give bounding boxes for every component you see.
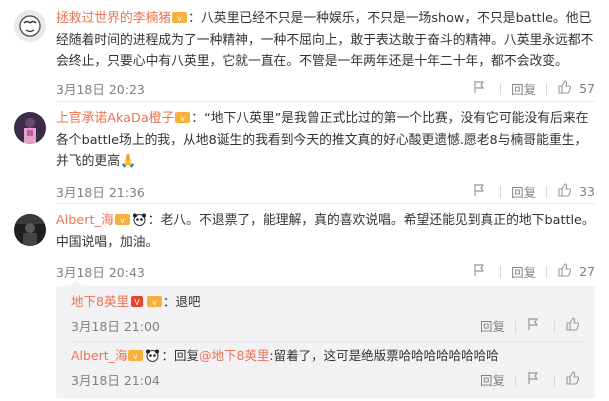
separator [546, 82, 548, 95]
separator [554, 321, 555, 333]
separator [515, 321, 516, 333]
timestamp: 3月18日 20:23 [56, 82, 145, 97]
report-icon[interactable] [472, 80, 490, 97]
timestamp: 3月18日 21:00 [71, 319, 160, 334]
report-icon[interactable] [526, 371, 544, 391]
separator [500, 82, 502, 95]
report-icon[interactable] [472, 183, 490, 200]
avatar[interactable] [14, 10, 46, 42]
comment-text: Albert_海 v ：老八。不退票了，能理解，真的喜欢说唱。希望还能见到真正的地下… [56, 213, 595, 250]
comment-item: Albert_海 v ：老八。不退票了，能理解，真的喜欢说唱。希望还能见到真正的地下… [0, 204, 609, 284]
reply-button[interactable]: 回复 [511, 182, 536, 201]
separator [515, 375, 516, 387]
verified-badge-icon: V [129, 294, 146, 309]
timestamp: 3月18日 21:04 [71, 373, 160, 388]
reply-item: Albert_海 v ：回复@地下8英里:留着了，这可是绝版票哈哈哈哈哈哈哈哈 3月… [71, 346, 583, 396]
avatar[interactable] [14, 214, 46, 246]
panda-emoji-icon [131, 213, 148, 228]
like-count: 57 [579, 81, 595, 96]
svg-text:v: v [134, 352, 139, 361]
comment-item: 拯救过世界的李楠猪 v ：八英里已经不只是一种娱乐，不只是一场show，不只是bat… [0, 0, 609, 100]
svg-text:v: v [152, 298, 157, 307]
separator [546, 265, 548, 278]
username-link[interactable]: Albert_海 [56, 213, 114, 228]
separator [546, 185, 548, 198]
timestamp: 3月18日 20:43 [56, 265, 145, 280]
reply-button[interactable]: 回复 [511, 262, 536, 281]
report-icon[interactable] [526, 317, 544, 337]
timestamp: 3月18日 21:36 [56, 185, 145, 200]
comment-text: 上官承诺AkaDa橙子 v ：“地下八英里”是我曾正式比过的第一个比赛，没有它可能没… [56, 111, 589, 169]
username-link[interactable]: 地下8英里 [71, 294, 129, 309]
thumbs-up-icon[interactable] [557, 263, 575, 280]
svg-text:v: v [180, 114, 185, 123]
thumbs-up-icon[interactable] [565, 371, 583, 391]
separator [500, 265, 502, 278]
vip-badge-icon: v [127, 348, 144, 363]
svg-text:v: v [120, 216, 125, 225]
username-link[interactable]: Albert_海 [71, 348, 127, 363]
svg-text:V: V [134, 298, 140, 307]
reply-button[interactable]: 回复 [511, 79, 536, 98]
thumbs-up-icon[interactable] [557, 80, 575, 97]
separator [554, 375, 555, 387]
username-link[interactable]: 上官承诺AkaDa橙子 [56, 111, 174, 126]
like-count: 27 [579, 264, 595, 279]
thumbs-up-icon[interactable] [557, 183, 575, 200]
username-link[interactable]: 拯救过世界的李楠猪 [56, 11, 171, 26]
separator [500, 185, 502, 198]
reply-button[interactable]: 回复 [480, 371, 505, 391]
reply-text: Albert_海 v ：回复@地下8英里:留着了，这可是绝版票哈哈哈哈哈哈哈哈 [71, 348, 499, 363]
reply-button[interactable]: 回复 [480, 317, 505, 337]
panda-emoji-icon [144, 348, 161, 363]
vip-badge-icon: v [174, 111, 191, 126]
vip-badge-icon: v [171, 11, 188, 26]
reply-item: 地下8英里 Vv ：退吧 3月18日 21:00 回复 [71, 292, 583, 342]
divider [71, 341, 583, 342]
avatar[interactable] [14, 112, 46, 144]
comment-text: 拯救过世界的李楠猪 v ：八英里已经不只是一种娱乐，不只是一场show，不只是bat… [56, 11, 594, 69]
comment-item: 上官承诺AkaDa橙子 v ：“地下八英里”是我曾正式比过的第一个比赛，没有它可能没… [0, 102, 609, 202]
vip-badge-icon: v [114, 213, 131, 228]
thumbs-up-icon[interactable] [565, 317, 583, 337]
like-count: 33 [579, 184, 595, 199]
svg-text:v: v [177, 14, 182, 23]
vip-badge-icon: v [146, 294, 163, 309]
mention-link[interactable]: @地下8英里 [199, 348, 269, 363]
reply-thread: 地下8英里 Vv ：退吧 3月18日 21:00 回复 Albert_海 v ：回复@地… [56, 280, 595, 398]
report-icon[interactable] [472, 263, 490, 280]
reply-text: 地下8英里 Vv ：退吧 [71, 294, 201, 309]
